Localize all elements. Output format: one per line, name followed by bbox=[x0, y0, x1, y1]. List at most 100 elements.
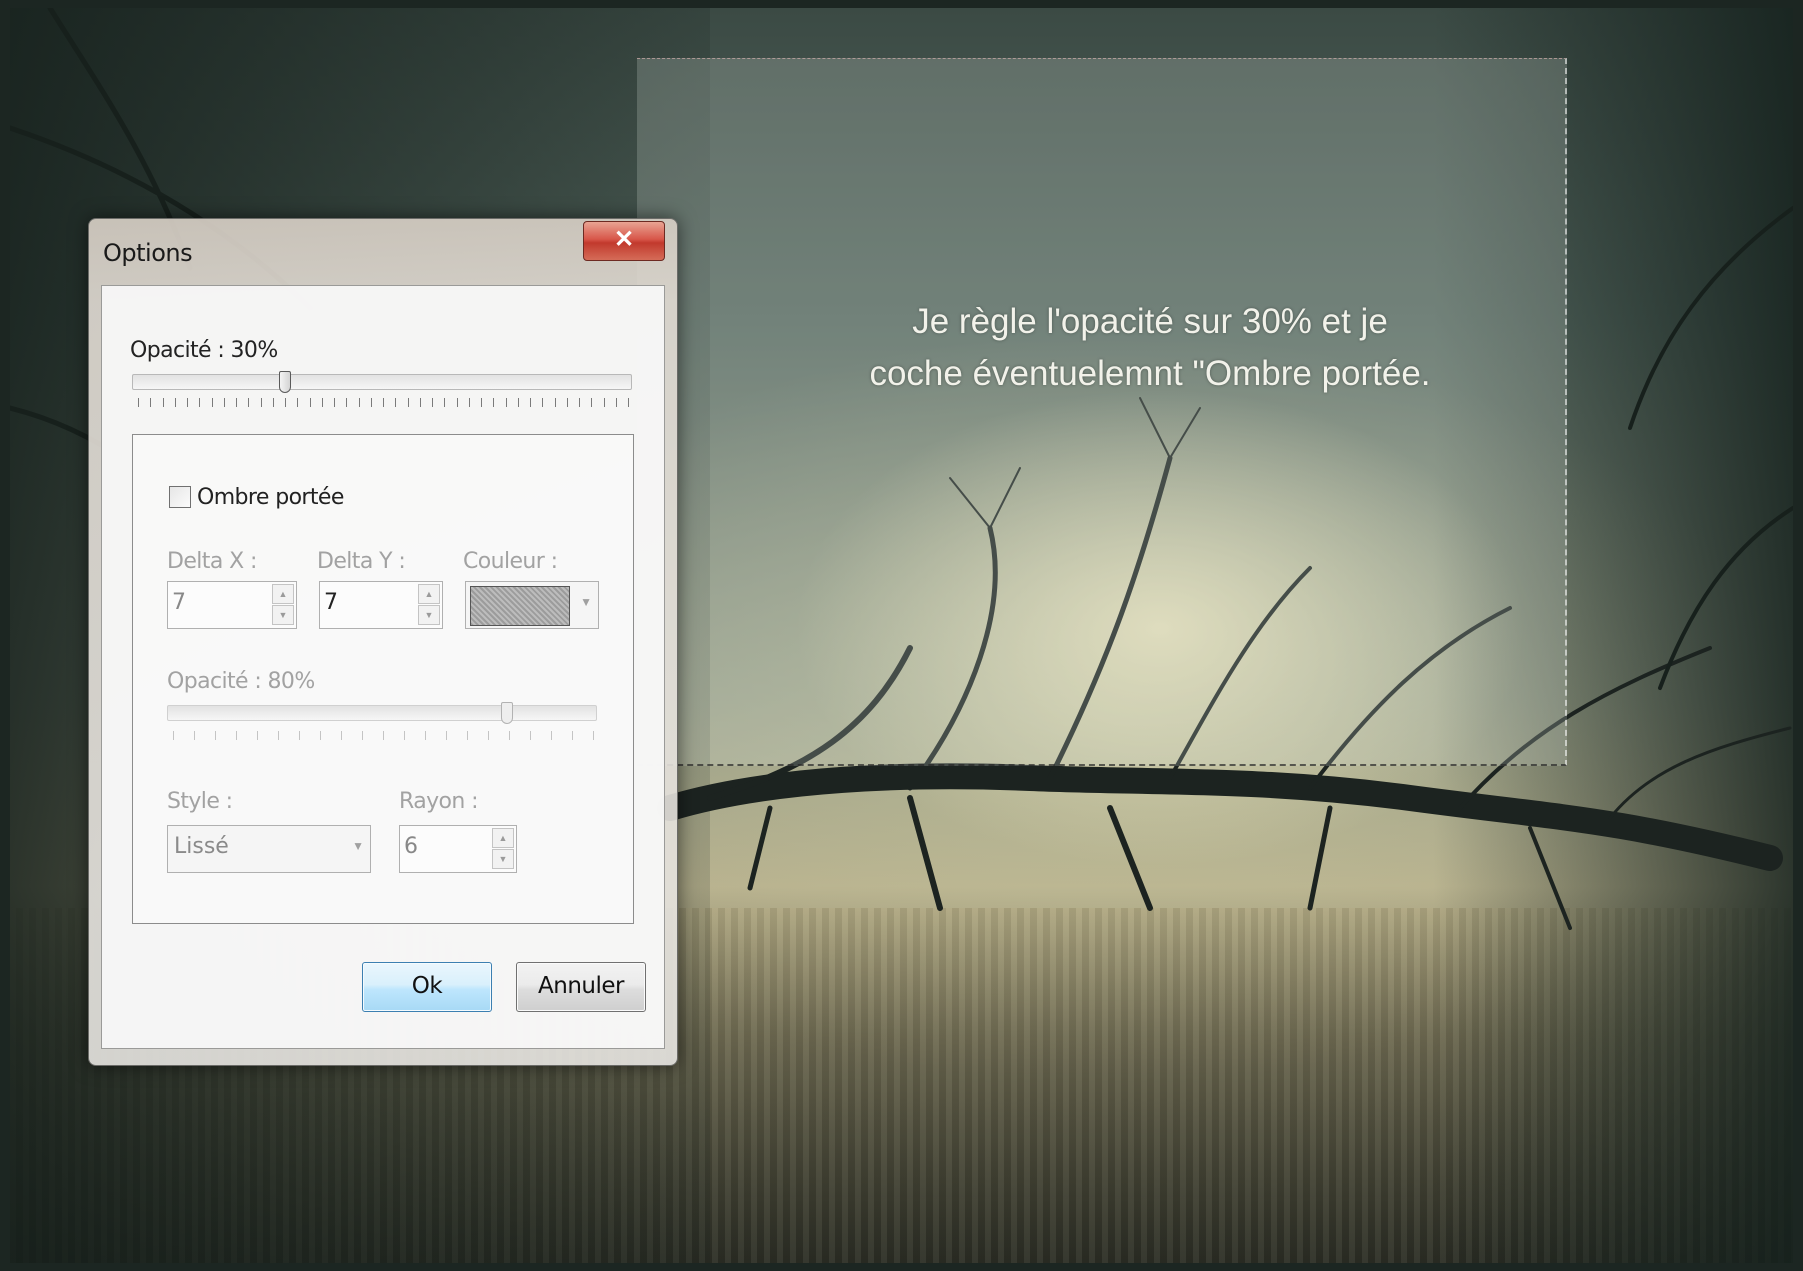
delta-y-spin-buttons: ▲ ▼ bbox=[418, 584, 440, 626]
delta-x-spinner[interactable]: 7 ▲ ▼ bbox=[167, 581, 297, 629]
slider-tick bbox=[175, 398, 176, 407]
slider-tick bbox=[212, 398, 213, 407]
drop-shadow-checkbox[interactable] bbox=[169, 486, 191, 508]
arrow-down-icon[interactable]: ▼ bbox=[418, 605, 440, 625]
opacity-slider[interactable] bbox=[132, 371, 632, 393]
color-swatch bbox=[470, 586, 570, 626]
dialog-client-area: Opacité : 30% Ombre portée Delta X : 7 ▲… bbox=[101, 285, 665, 1049]
caption-line-1: Je règle l'opacité sur 30% et je bbox=[912, 302, 1388, 341]
slider-tick bbox=[322, 398, 323, 407]
slider-tick bbox=[530, 398, 531, 407]
slider-tick bbox=[199, 398, 200, 407]
slider-tick bbox=[346, 398, 347, 407]
slider-tick bbox=[173, 731, 174, 740]
slider-tick bbox=[572, 731, 573, 740]
delta-x-value: 7 bbox=[172, 590, 186, 615]
slider-tick bbox=[628, 398, 629, 407]
style-dropdown[interactable]: Lissé ▼ bbox=[167, 825, 371, 873]
slider-tick bbox=[530, 731, 531, 740]
slider-tick bbox=[408, 398, 409, 407]
selection-rectangle bbox=[637, 58, 1567, 766]
slider-tick bbox=[567, 398, 568, 407]
slider-tick bbox=[395, 398, 396, 407]
slider-tick bbox=[542, 398, 543, 407]
slider-tick bbox=[163, 398, 164, 407]
arrow-up-icon[interactable]: ▲ bbox=[492, 828, 514, 848]
slider-tick bbox=[285, 398, 286, 407]
slider-tick bbox=[420, 398, 421, 407]
slider-tick bbox=[481, 398, 482, 407]
slider-tick bbox=[604, 398, 605, 407]
ok-button[interactable]: Ok bbox=[362, 962, 492, 1012]
delta-y-value: 7 bbox=[324, 590, 338, 615]
dialog-title: Options bbox=[103, 239, 193, 267]
arrow-down-icon[interactable]: ▼ bbox=[272, 605, 294, 625]
slider-tick bbox=[446, 731, 447, 740]
chevron-down-icon: ▼ bbox=[580, 595, 592, 609]
slider-tick bbox=[616, 398, 617, 407]
options-dialog: Options ✕ Opacité : 30% Ombre portée Del… bbox=[88, 218, 678, 1066]
slider-tick bbox=[215, 731, 216, 740]
slider-tick bbox=[248, 398, 249, 407]
slider-tick bbox=[299, 731, 300, 740]
slider-tick bbox=[371, 398, 372, 407]
close-icon: ✕ bbox=[613, 226, 635, 253]
radius-label: Rayon : bbox=[399, 789, 479, 814]
delta-y-spinner[interactable]: 7 ▲ ▼ bbox=[319, 581, 443, 629]
slider-tick bbox=[236, 398, 237, 407]
slider-tick bbox=[257, 731, 258, 740]
slider-tick bbox=[273, 398, 274, 407]
shadow-opacity-slider-thumb[interactable] bbox=[501, 702, 513, 724]
slider-tick bbox=[236, 731, 237, 740]
opacity-slider-ticks bbox=[138, 398, 629, 410]
slider-tick bbox=[591, 398, 592, 407]
arrow-down-icon[interactable]: ▼ bbox=[492, 849, 514, 869]
color-picker[interactable]: ▼ bbox=[465, 581, 599, 629]
slider-tick bbox=[341, 731, 342, 740]
slider-tick bbox=[278, 731, 279, 740]
shadow-opacity-slider-ticks bbox=[173, 731, 594, 743]
opacity-slider-thumb[interactable] bbox=[279, 371, 291, 393]
delta-x-label: Delta X : bbox=[167, 549, 257, 574]
close-button[interactable]: ✕ bbox=[583, 221, 665, 261]
slider-tick bbox=[310, 398, 311, 407]
slider-tick bbox=[261, 398, 262, 407]
radius-spinner[interactable]: 6 ▲ ▼ bbox=[399, 825, 517, 873]
slider-tick bbox=[150, 398, 151, 407]
slider-tick bbox=[194, 731, 195, 740]
slider-tick bbox=[359, 398, 360, 407]
slider-tick bbox=[555, 398, 556, 407]
color-label: Couleur : bbox=[463, 549, 558, 574]
slider-tick bbox=[362, 731, 363, 740]
slider-tick bbox=[518, 398, 519, 407]
slider-tick bbox=[383, 731, 384, 740]
slider-tick bbox=[297, 398, 298, 407]
chevron-down-icon: ▼ bbox=[352, 839, 364, 853]
slider-tick bbox=[579, 398, 580, 407]
shadow-opacity-slider[interactable] bbox=[167, 702, 597, 724]
delta-y-label: Delta Y : bbox=[317, 549, 406, 574]
opacity-label: Opacité : 30% bbox=[130, 338, 278, 363]
slider-tick bbox=[551, 731, 552, 740]
delta-x-spin-buttons: ▲ ▼ bbox=[272, 584, 294, 626]
radius-value: 6 bbox=[404, 834, 418, 859]
slider-tick bbox=[467, 731, 468, 740]
drop-shadow-label: Ombre portée bbox=[197, 485, 344, 510]
caption-line-2: coche éventuelemnt "Ombre portée. bbox=[869, 354, 1431, 393]
shadow-options-group: Ombre portée Delta X : 7 ▲ ▼ Delta Y : 7… bbox=[132, 434, 634, 924]
shadow-opacity-label: Opacité : 80% bbox=[167, 669, 315, 694]
arrow-up-icon[interactable]: ▲ bbox=[418, 584, 440, 604]
slider-tick bbox=[334, 398, 335, 407]
slider-tick bbox=[432, 398, 433, 407]
arrow-up-icon[interactable]: ▲ bbox=[272, 584, 294, 604]
desktop-canvas: Je règle l'opacité sur 30% et je coche é… bbox=[0, 0, 1803, 1271]
slider-tick bbox=[457, 398, 458, 407]
slider-tick bbox=[493, 398, 494, 407]
slider-tick bbox=[187, 398, 188, 407]
slider-tick bbox=[469, 398, 470, 407]
slider-tick bbox=[593, 731, 594, 740]
slider-tick bbox=[488, 731, 489, 740]
slider-tick bbox=[506, 398, 507, 407]
slider-tick bbox=[425, 731, 426, 740]
cancel-button[interactable]: Annuler bbox=[516, 962, 646, 1012]
